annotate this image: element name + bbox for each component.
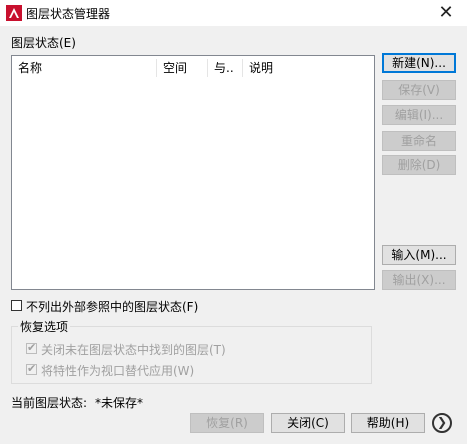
check-icon: ✔ [27, 341, 37, 354]
delete-button[interactable]: 删除(D) [382, 155, 456, 175]
rename-button[interactable]: 重命名 [382, 131, 456, 151]
apply-override-label[interactable]: 将特性作为视口替代应用(W) [41, 362, 194, 379]
close-icon[interactable]: ✕ [435, 2, 457, 24]
export-button[interactable]: 输出(X)... [382, 270, 456, 290]
apply-override-checkbox[interactable]: ✔ [26, 362, 37, 375]
check-icon: ✔ [27, 362, 37, 375]
title-bar: 图层状态管理器 ✕ [0, 0, 467, 26]
restore-options-title: 恢复选项 [18, 318, 71, 335]
turn-off-layers-checkbox[interactable]: ✔ [26, 341, 37, 354]
column-name[interactable]: 名称 [12, 56, 156, 80]
layer-states-label: 图层状态(E) [11, 36, 76, 50]
new-button[interactable]: 新建(N)... [382, 53, 456, 73]
current-state-label: 当前图层状态: [11, 396, 88, 410]
turn-off-layers-label[interactable]: 关闭未在图层状态中找到的图层(T) [41, 341, 226, 358]
close-button[interactable]: 关闭(C) [271, 413, 345, 433]
current-state-value: *未保存* [95, 396, 144, 410]
help-button[interactable]: 帮助(H) [351, 413, 425, 433]
import-button[interactable]: 输入(M)... [382, 245, 456, 265]
exclude-xref-label[interactable]: 不列出外部参照中的图层状态(F) [26, 298, 198, 315]
edit-button[interactable]: 编辑(I)... [382, 105, 456, 125]
layer-states-list[interactable]: 名称 空间 与.. 说明 [11, 55, 375, 290]
column-space[interactable]: 空间 [157, 56, 207, 80]
restore-button[interactable]: 恢复(R) [190, 413, 264, 433]
autocad-logo-icon [6, 5, 22, 21]
exclude-xref-checkbox[interactable] [11, 300, 22, 311]
column-description[interactable]: 说明 [243, 56, 368, 80]
list-header: 名称 空间 与.. 说明 [12, 56, 374, 80]
expand-arrow-icon[interactable]: ❯ [432, 413, 452, 433]
window-title: 图层状态管理器 [26, 7, 111, 21]
column-same[interactable]: 与.. [208, 56, 242, 80]
save-button[interactable]: 保存(V) [382, 80, 456, 100]
